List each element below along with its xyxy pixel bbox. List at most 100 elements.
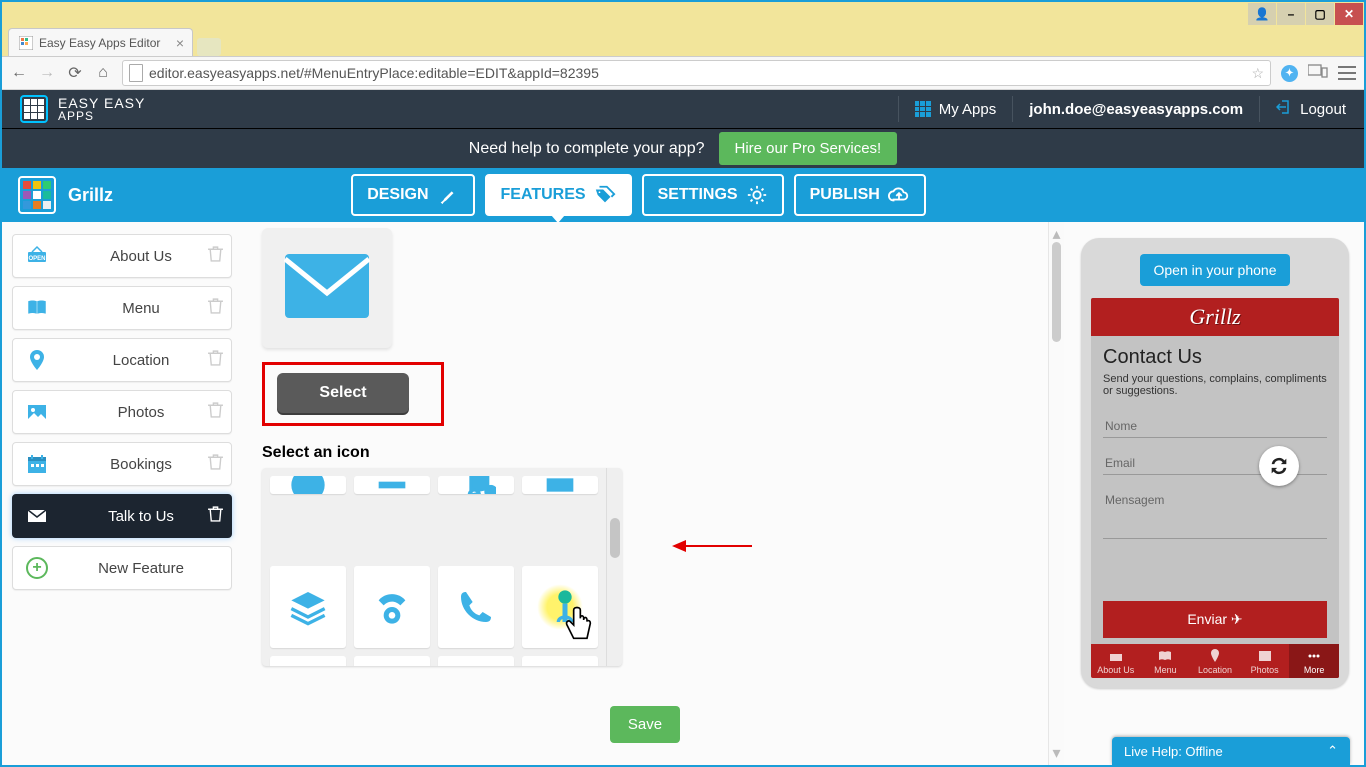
gear-icon	[746, 184, 768, 206]
paintbrush-icon	[437, 184, 459, 206]
delete-icon[interactable]	[208, 401, 223, 423]
preview-nav-photos: Photos	[1240, 644, 1290, 678]
sidebar-item-menu[interactable]: Menu	[12, 286, 232, 330]
chevron-up-icon: ⌃	[1327, 743, 1338, 759]
tags-icon	[594, 184, 616, 206]
address-bar[interactable]: editor.easyeasyapps.net/#MenuEntryPlace:…	[122, 60, 1271, 86]
device-mode-icon[interactable]	[1308, 63, 1328, 84]
bookmark-star-icon[interactable]: ☆	[1251, 65, 1264, 82]
delete-icon[interactable]	[208, 349, 223, 371]
app-name-label: Grillz	[68, 185, 113, 206]
paper-plane-icon: ✈	[1231, 611, 1243, 627]
window-minimize[interactable]: –	[1277, 3, 1305, 25]
forward-button[interactable]: →	[38, 64, 56, 82]
select-button[interactable]: Select	[277, 373, 409, 413]
sidebar-item-location[interactable]: Location	[12, 338, 232, 382]
preview-nav-location: Location	[1190, 644, 1240, 678]
tab-design[interactable]: DESIGN	[351, 174, 474, 216]
save-button[interactable]: Save	[610, 706, 680, 743]
main-scrollbar[interactable]: ▴ ▾	[1048, 222, 1064, 765]
hire-services-button[interactable]: Hire our Pro Services!	[719, 132, 898, 165]
delete-icon[interactable]	[208, 297, 223, 319]
cloud-upload-icon	[888, 184, 910, 206]
preview-area: Open in your phone Grillz Contact Us Sen…	[1064, 222, 1364, 765]
my-apps-link[interactable]: My Apps	[915, 101, 997, 118]
icon-option-phone-handset[interactable]	[438, 566, 514, 648]
preview-nav-more: More	[1289, 644, 1339, 678]
back-button[interactable]: ←	[10, 64, 28, 82]
tab-publish[interactable]: PUBLISH	[794, 174, 926, 216]
preview-app-title: Grillz	[1091, 298, 1339, 336]
browser-toolbar: ← → ⟳ ⌂ editor.easyeasyapps.net/#MenuEnt…	[2, 56, 1364, 90]
window-user-icon[interactable]: 👤	[1248, 3, 1276, 25]
preview-nav-menu: Menu	[1141, 644, 1191, 678]
icon-grid[interactable]	[262, 468, 606, 666]
open-in-phone-button[interactable]: Open in your phone	[1140, 254, 1291, 286]
icon-option-retro-phone[interactable]	[354, 566, 430, 648]
promo-text: Need help to complete your app?	[469, 140, 705, 158]
grid-icon	[915, 101, 931, 117]
tab-features[interactable]: FEATURES	[485, 174, 632, 216]
sidebar-item-talk-to-us[interactable]: Talk to Us	[12, 494, 232, 538]
icon-grid-scrollbar[interactable]	[606, 468, 622, 666]
logout-icon	[1276, 99, 1292, 119]
tab-settings[interactable]: SETTINGS	[642, 174, 784, 216]
icon-option-gallery[interactable]	[438, 656, 514, 666]
calendar-icon	[23, 452, 51, 476]
plus-circle-icon: +	[26, 557, 48, 579]
sidebar-item-bookings[interactable]: Bookings	[12, 442, 232, 486]
logout-link[interactable]: Logout	[1276, 99, 1346, 119]
browser-tab-strip: Easy Easy Apps Editor ×	[2, 26, 1364, 56]
preview-field-name: Nome	[1103, 409, 1327, 438]
delete-icon[interactable]	[208, 453, 223, 475]
book-icon	[23, 296, 51, 320]
icon-option-pin-location[interactable]	[522, 566, 598, 648]
icon-option-thumbtack[interactable]	[270, 656, 346, 666]
app-icon	[18, 176, 56, 214]
brand-name: EASY EASY APPS	[58, 96, 145, 122]
preview-field-message: Mensagem	[1103, 483, 1327, 539]
icon-option-layers[interactable]	[270, 566, 346, 648]
main-nav: Grillz DESIGN FEATURES SETTINGS PUBLISH	[2, 168, 1364, 222]
app-header: EASY EASY APPS My Apps john.doe@easyeasy…	[2, 90, 1364, 128]
image-icon	[23, 400, 51, 424]
icon-option-music[interactable]	[438, 476, 514, 494]
icon-option[interactable]	[522, 476, 598, 494]
preview-page-subtitle: Send your questions, complains, complime…	[1103, 373, 1327, 397]
page-icon	[129, 64, 143, 82]
svg-text:OPEN: OPEN	[28, 256, 45, 262]
favicon-icon	[19, 36, 33, 50]
menu-button[interactable]	[1338, 66, 1356, 80]
reload-button[interactable]: ⟳	[66, 64, 84, 82]
delete-icon[interactable]	[208, 505, 223, 527]
live-help-bar[interactable]: Live Help: Offline ⌃	[1112, 737, 1350, 765]
icon-option[interactable]	[354, 476, 430, 494]
delete-icon[interactable]	[208, 245, 223, 267]
icon-option[interactable]	[270, 476, 346, 494]
envelope-icon	[23, 504, 51, 528]
new-tab-button[interactable]	[197, 38, 221, 56]
window-titlebar: 👤 – ▢ ✕	[2, 2, 1364, 26]
browser-tab[interactable]: Easy Easy Apps Editor ×	[8, 28, 193, 56]
extension-icon[interactable]: ✦	[1281, 65, 1298, 82]
new-feature-button[interactable]: + New Feature	[12, 546, 232, 590]
url-text: editor.easyeasyapps.net/#MenuEntryPlace:…	[149, 65, 599, 81]
sidebar-item-about-us[interactable]: OPEN About Us	[12, 234, 232, 278]
user-email-link[interactable]: john.doe@easyeasyapps.com	[1029, 101, 1243, 118]
icon-option-play-circle[interactable]	[354, 656, 430, 666]
icon-option-microphone[interactable]	[522, 656, 598, 666]
preview-page-title: Contact Us	[1103, 346, 1327, 369]
window-maximize[interactable]: ▢	[1306, 3, 1334, 25]
preview-bottom-nav: About Us Menu Location Photos More	[1091, 644, 1339, 678]
highlight-select-box: Select	[262, 362, 444, 426]
envelope-icon	[284, 253, 370, 324]
home-button[interactable]: ⌂	[94, 64, 112, 82]
tab-close-icon[interactable]: ×	[176, 35, 184, 51]
spinner-icon	[1259, 446, 1299, 486]
tab-title: Easy Easy Apps Editor	[39, 36, 160, 50]
preview-nav-about-us: About Us	[1091, 644, 1141, 678]
preview-send-button: Enviar ✈	[1103, 601, 1327, 638]
sidebar-item-photos[interactable]: Photos	[12, 390, 232, 434]
window-close[interactable]: ✕	[1335, 3, 1363, 25]
promo-bar: Need help to complete your app? Hire our…	[2, 128, 1364, 168]
